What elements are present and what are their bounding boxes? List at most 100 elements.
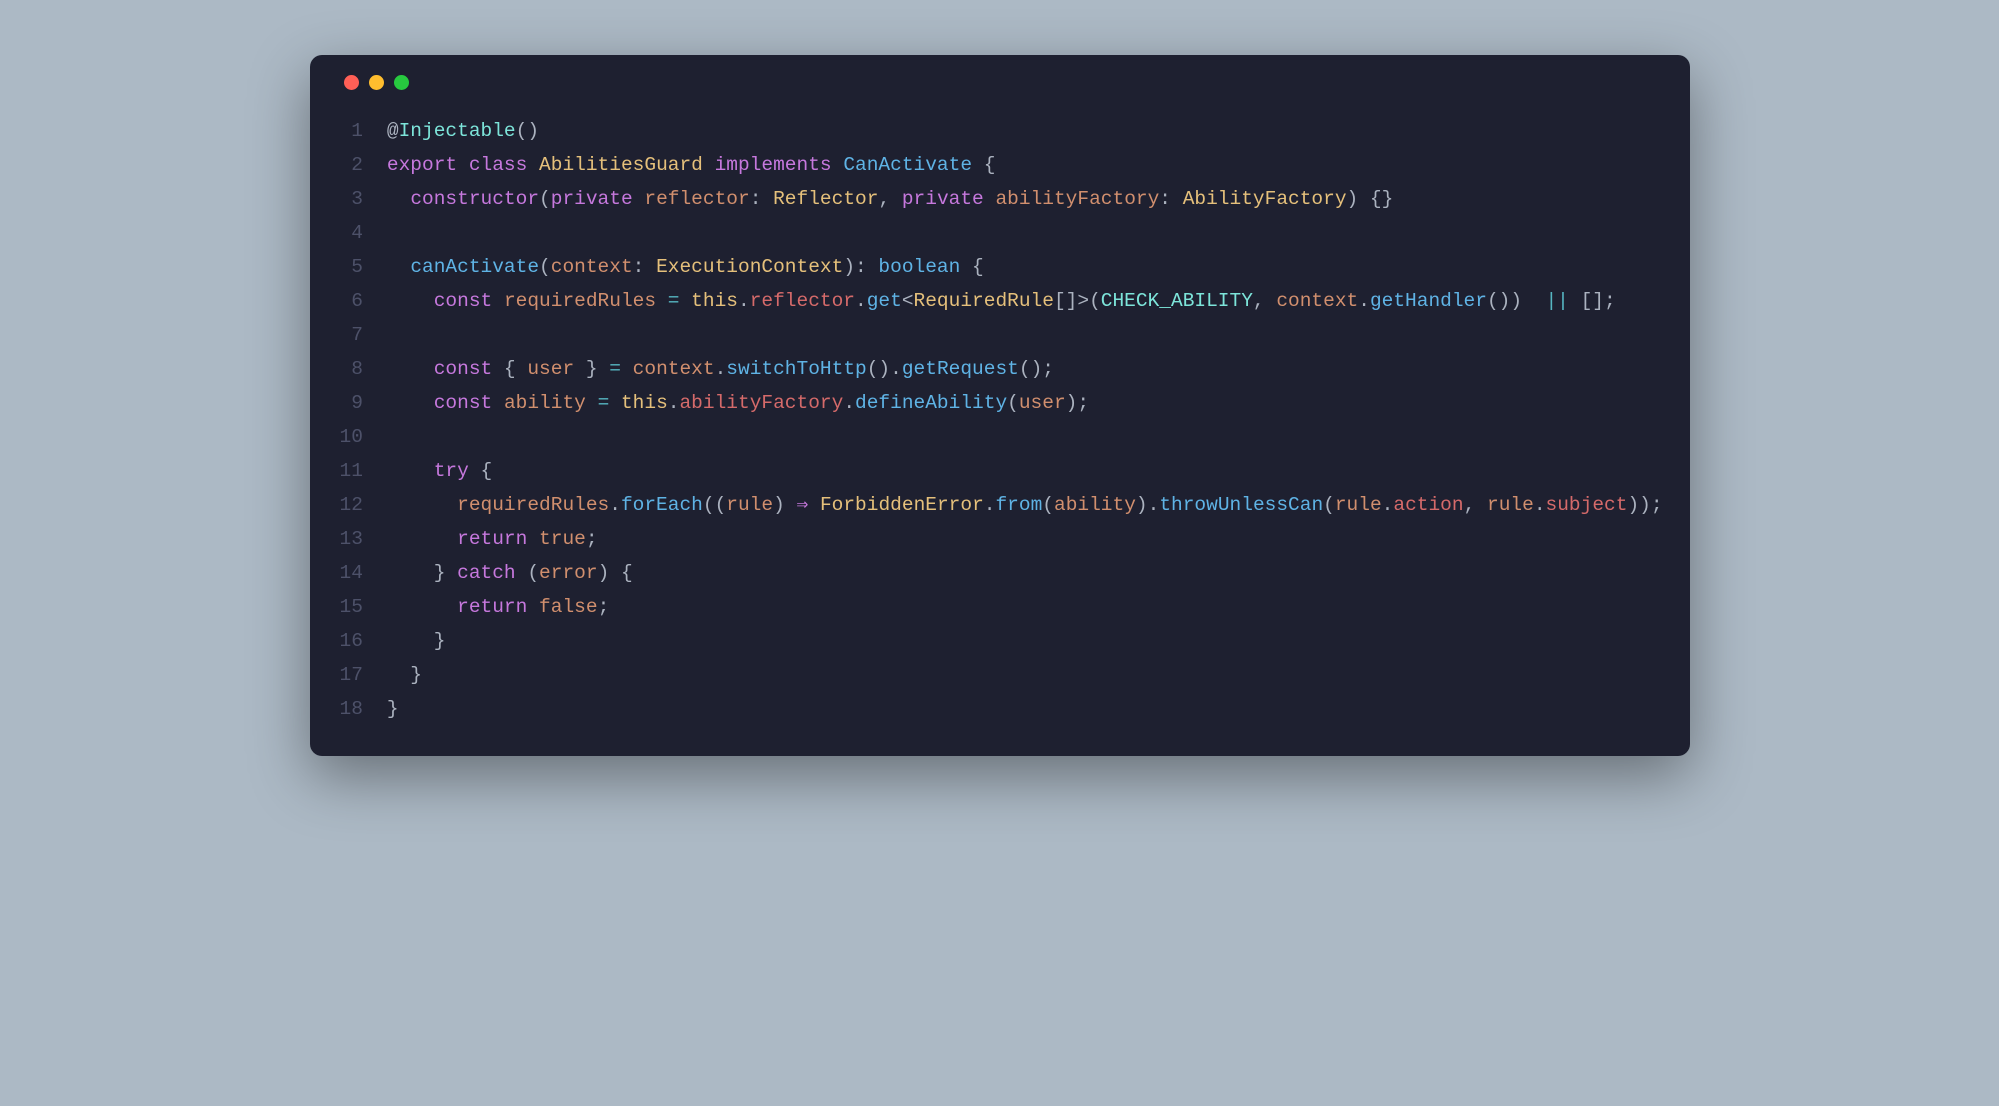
token: ⇒ (797, 494, 809, 516)
code-line[interactable]: } catch (error) { (387, 556, 1660, 590)
token (387, 358, 434, 380)
token: switchToHttp (726, 358, 866, 380)
token: reflector (750, 290, 855, 312)
token: reflector (644, 188, 749, 210)
token (527, 596, 539, 618)
token: boolean (878, 256, 960, 278)
token: private (551, 188, 633, 210)
token: rule (1335, 494, 1382, 516)
token (387, 528, 457, 550)
token: , (1253, 290, 1276, 312)
token (527, 528, 539, 550)
token: abilityFactory (679, 392, 843, 414)
close-button[interactable] (344, 75, 359, 90)
token (621, 358, 633, 380)
token: (); (1019, 358, 1054, 380)
code-area[interactable]: 123456789101112131415161718 @Injectable(… (340, 114, 1660, 726)
token: const (434, 290, 493, 312)
token: rule (1487, 494, 1534, 516)
token (492, 392, 504, 414)
line-number: 10 (340, 420, 363, 454)
token: . (855, 290, 867, 312)
token: } (387, 664, 422, 686)
token: constructor (410, 188, 539, 210)
token: error (539, 562, 598, 584)
token: ability (1054, 494, 1136, 516)
token: : (855, 256, 878, 278)
code-line[interactable]: canActivate(context: ExecutionContext): … (387, 250, 1660, 284)
line-number: 17 (340, 658, 363, 692)
minimize-button[interactable] (369, 75, 384, 90)
token: ( (539, 188, 551, 210)
code-line[interactable]: } (387, 624, 1660, 658)
token: (( (703, 494, 726, 516)
token (808, 494, 820, 516)
token: Reflector (773, 188, 878, 210)
token: } (387, 562, 457, 584)
token (387, 188, 410, 210)
token (387, 596, 457, 618)
token: . (843, 392, 855, 414)
token: user (1019, 392, 1066, 414)
token: ( (1323, 494, 1335, 516)
token: context (633, 358, 715, 380)
code-line[interactable] (387, 420, 1660, 454)
token (703, 154, 715, 176)
token: abilityFactory (995, 188, 1159, 210)
code-line[interactable]: return false; (387, 590, 1660, 624)
code-line[interactable]: const { user } = context.switchToHttp().… (387, 352, 1660, 386)
code-line[interactable] (387, 216, 1660, 250)
code-line[interactable]: } (387, 692, 1660, 726)
token: ability (504, 392, 586, 414)
token (984, 188, 996, 210)
token: ) (773, 494, 796, 516)
token: ()) (1487, 290, 1546, 312)
token (387, 494, 457, 516)
token: ). (1136, 494, 1159, 516)
code-line[interactable]: @Injectable() (387, 114, 1660, 148)
token (387, 392, 434, 414)
token: . (1358, 290, 1370, 312)
token: false (539, 596, 598, 618)
line-number: 14 (340, 556, 363, 590)
code-line[interactable]: const ability = this.abilityFactory.defi… (387, 386, 1660, 420)
token: get (867, 290, 902, 312)
token: RequiredRule (914, 290, 1054, 312)
token (679, 290, 691, 312)
token: forEach (621, 494, 703, 516)
line-number: 11 (340, 454, 363, 488)
token: () (516, 120, 539, 142)
token: const (434, 358, 493, 380)
code-line[interactable]: export class AbilitiesGuard implements C… (387, 148, 1660, 182)
code-editor-window: 123456789101112131415161718 @Injectable(… (310, 55, 1690, 756)
line-number: 9 (340, 386, 363, 420)
code-line[interactable]: constructor(private reflector: Reflector… (387, 182, 1660, 216)
line-number: 16 (340, 624, 363, 658)
token: ExecutionContext (656, 256, 843, 278)
token: { (492, 358, 527, 380)
token (387, 290, 434, 312)
token: : (633, 256, 656, 278)
token: . (1534, 494, 1546, 516)
token: action (1393, 494, 1463, 516)
code-line[interactable]: try { (387, 454, 1660, 488)
token: = (598, 392, 610, 414)
token: . (609, 494, 621, 516)
code-line[interactable] (387, 318, 1660, 352)
code-line[interactable]: const requiredRules = this.reflector.get… (387, 284, 1660, 318)
token: } (574, 358, 609, 380)
maximize-button[interactable] (394, 75, 409, 90)
token: ( (516, 562, 539, 584)
token: ( (539, 256, 551, 278)
token (633, 188, 645, 210)
token: : (750, 188, 773, 210)
code-line[interactable]: } (387, 658, 1660, 692)
line-number: 18 (340, 692, 363, 726)
token: context (1276, 290, 1358, 312)
code-content[interactable]: @Injectable()export class AbilitiesGuard… (387, 114, 1660, 726)
token: catch (457, 562, 516, 584)
token: . (668, 392, 680, 414)
code-line[interactable]: requiredRules.forEach((rule) ⇒ Forbidden… (387, 488, 1660, 522)
code-line[interactable]: return true; (387, 522, 1660, 556)
line-number: 4 (340, 216, 363, 250)
